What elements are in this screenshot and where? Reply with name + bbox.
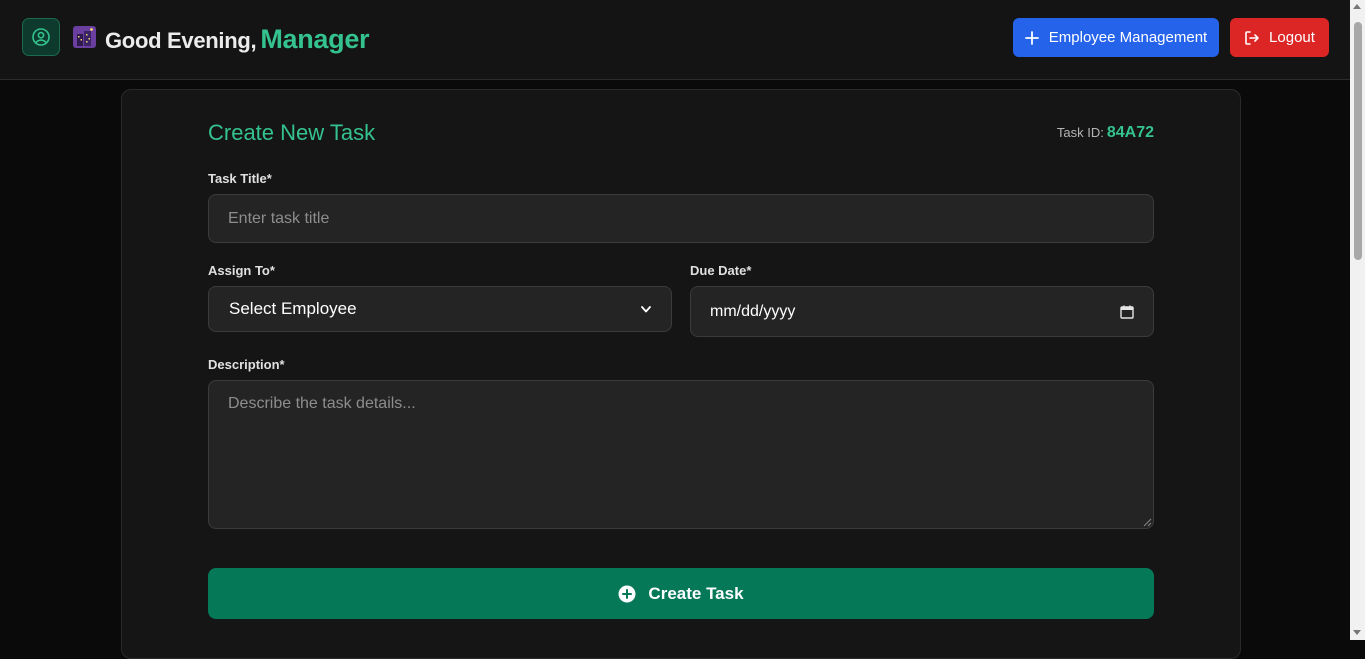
assign-to-label: Assign To* xyxy=(208,263,275,278)
plus-icon xyxy=(1024,30,1039,45)
form-title: Create New Task xyxy=(208,120,376,145)
task-id-label: Task ID: xyxy=(1056,125,1104,140)
scroll-thumb[interactable] xyxy=(1354,22,1362,260)
logout-button[interactable]: Logout xyxy=(1230,18,1329,57)
create-task-label: Create Task xyxy=(648,583,744,603)
scroll-down-arrow-icon[interactable] xyxy=(1353,630,1361,635)
user-circle-icon xyxy=(32,28,50,46)
assign-to-select[interactable]: Select Employee xyxy=(208,286,672,332)
night-city-icon xyxy=(73,26,96,48)
scroll-up-arrow-icon[interactable] xyxy=(1353,4,1361,9)
vertical-scrollbar[interactable] xyxy=(1350,0,1365,640)
user-role: Manager xyxy=(260,24,370,54)
greeting-heading: Good Evening, Manager xyxy=(105,24,370,55)
task-id-value: 84A72 xyxy=(1106,124,1154,141)
plus-circle-icon xyxy=(618,585,636,602)
chevron-down-icon xyxy=(641,305,651,312)
task-title-label: Task Title* xyxy=(208,171,272,186)
profile-button[interactable] xyxy=(22,18,60,56)
due-date-placeholder: mm/dd/yyyy xyxy=(710,302,796,320)
description-textarea[interactable] xyxy=(208,380,1154,529)
create-task-button[interactable]: Create Task xyxy=(208,568,1154,619)
description-label: Description* xyxy=(208,357,285,372)
task-id: Task ID: 84A72 xyxy=(1057,124,1154,142)
logout-label: Logout xyxy=(1269,29,1315,46)
due-date-label: Due Date* xyxy=(690,263,752,278)
employee-management-label: Employee Management xyxy=(1048,29,1208,46)
calendar-icon[interactable] xyxy=(1120,305,1134,319)
resize-grip-icon[interactable] xyxy=(1143,518,1152,527)
logout-icon xyxy=(1245,30,1259,45)
due-date-input[interactable]: mm/dd/yyyy xyxy=(690,286,1154,337)
greeting-text: Good Evening, xyxy=(105,28,257,53)
employee-management-button[interactable]: Employee Management xyxy=(1013,18,1219,57)
assign-to-selected: Select Employee xyxy=(229,299,357,318)
task-title-input[interactable] xyxy=(208,194,1154,243)
top-header: Good Evening, Manager Employee Management… xyxy=(0,0,1350,80)
